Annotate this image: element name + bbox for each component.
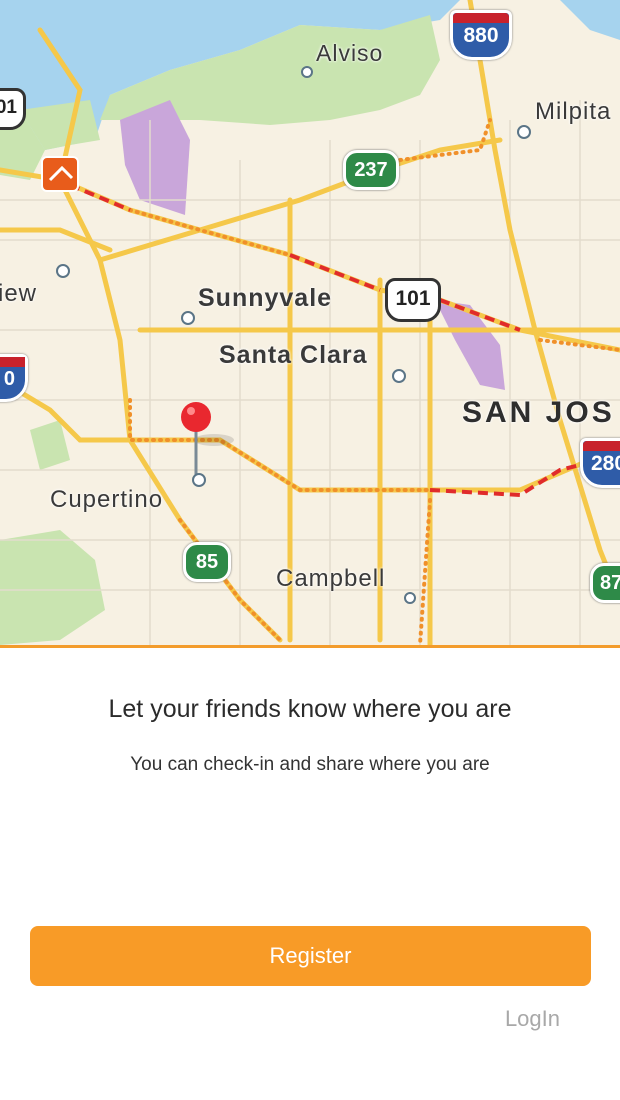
state-route-87-shield: 87: [590, 563, 620, 603]
map-divider: [0, 645, 620, 648]
register-button[interactable]: Register: [30, 926, 591, 986]
login-link[interactable]: LogIn: [505, 1006, 560, 1032]
place-label-view: iew: [0, 280, 38, 307]
place-label-san-jose: SAN JOS: [462, 396, 615, 429]
map-canvas: [0, 0, 620, 645]
interstate-880-shield: 880: [450, 10, 512, 60]
us-101-shield: 101: [385, 278, 441, 322]
place-label-cupertino: Cupertino: [50, 486, 164, 513]
bay-water-right: [560, 0, 620, 40]
dropped-pin: [181, 402, 234, 487]
traffic-incident-icon: [41, 156, 79, 192]
state-route-237-shield: 237: [343, 150, 399, 190]
place-label-sunnyvale: Sunnyvale: [198, 284, 333, 312]
onboarding-subtitle: You can check-in and share where you are: [130, 754, 490, 775]
us-101-shield-left: 01: [0, 88, 26, 130]
place-label-campbell: Campbell: [276, 565, 386, 592]
park-hills-2: [0, 530, 105, 645]
onboarding-title: Let your friends know where you are: [108, 695, 512, 723]
place-label-milpitas: Milpita: [535, 98, 612, 125]
place-label-santa-clara: Santa Clara: [219, 341, 368, 369]
place-label-alviso: Alviso: [316, 40, 384, 66]
map-view[interactable]: 880 280 0 101 01 237 85 87 Alviso Milpit…: [0, 0, 620, 645]
interstate-280-shield: 280: [580, 438, 620, 488]
state-route-85-shield: 85: [183, 542, 231, 582]
